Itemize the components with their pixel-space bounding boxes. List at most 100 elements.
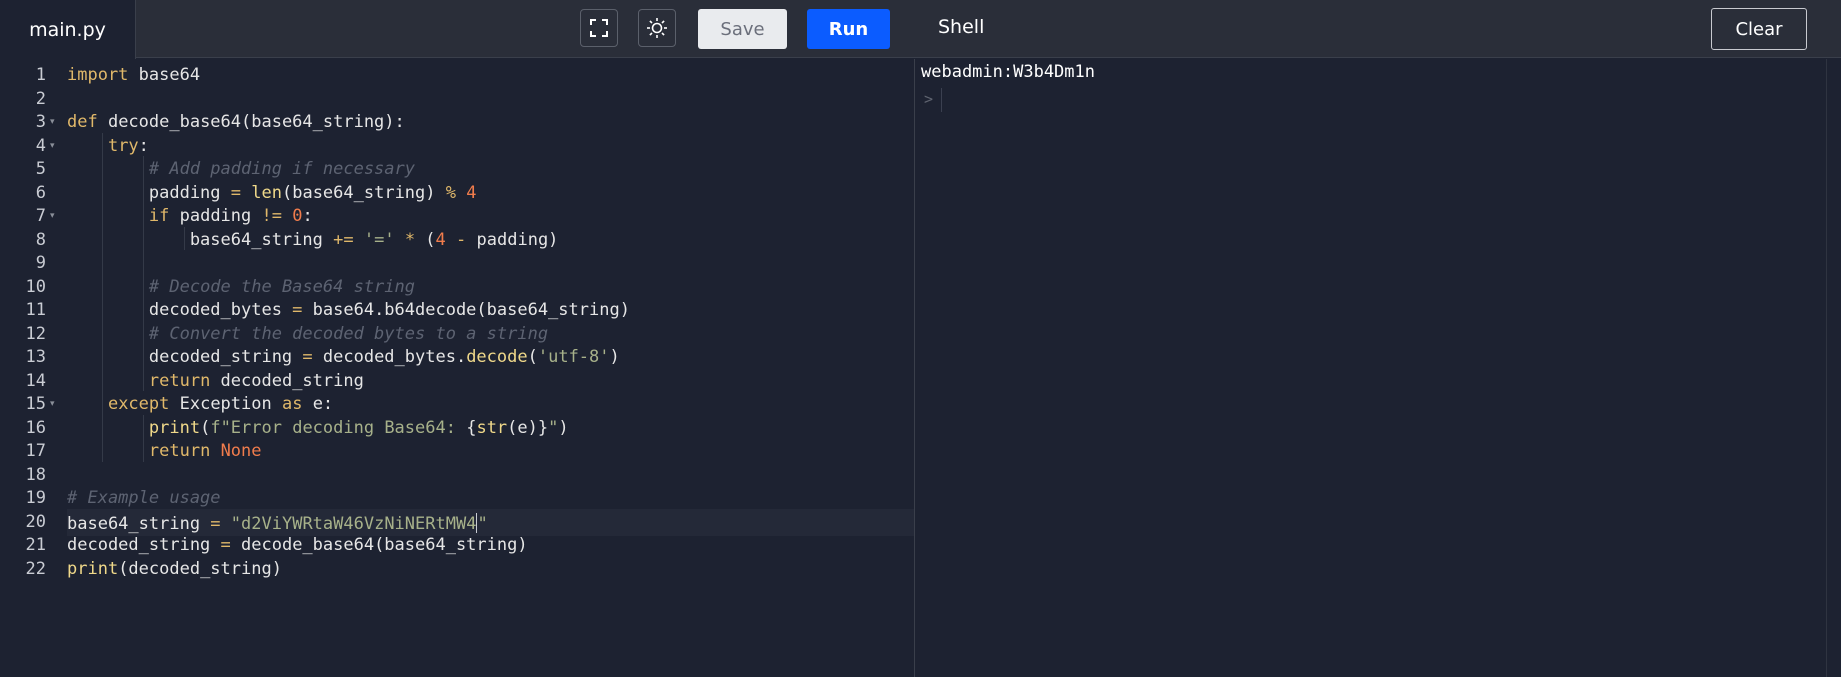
code-token: "	[548, 417, 559, 438]
code-token: =	[210, 513, 221, 534]
fold-toggle-icon[interactable]: ▾	[50, 203, 55, 231]
code-token: decode	[466, 347, 528, 367]
code-token: =	[220, 535, 231, 555]
shell-output: webadmin:W3b4Dm1n	[921, 62, 1095, 82]
code-token: padding	[169, 206, 262, 226]
code-token: try	[107, 135, 139, 156]
indent-guide	[102, 132, 103, 462]
fold-toggle-icon[interactable]: ▾	[50, 133, 55, 161]
text-caret	[476, 512, 478, 533]
code-token: padding	[67, 182, 231, 203]
code-token: =	[230, 182, 242, 203]
code-token: decoded_bytes.	[312, 347, 467, 367]
code-token: (decoded_string)	[118, 558, 282, 579]
code-token: except	[107, 394, 170, 414]
fold-toggle-icon[interactable]: ▾	[50, 391, 55, 419]
shell-prompt: >	[924, 90, 934, 108]
code-token: print	[148, 417, 201, 438]
code-token: # Decode the Base64 string	[148, 276, 415, 297]
shell-scrollbar[interactable]	[1826, 59, 1841, 677]
theme-toggle-button[interactable]	[638, 9, 676, 47]
code-token: :	[138, 135, 149, 156]
code-token: !=	[261, 206, 282, 226]
shell-title: Shell	[938, 16, 985, 38]
code-token: return	[148, 370, 211, 391]
code-token: if	[148, 206, 170, 226]
code-token: +=	[333, 229, 354, 250]
code-token: base64	[128, 65, 201, 85]
code-token: "d2ViYWRtaW46VzNiNERtMW4	[230, 513, 477, 534]
code-token: base64.b64decode(base64_string)	[302, 300, 630, 320]
code-token: decoded_bytes	[67, 300, 293, 320]
clear-button[interactable]: Clear	[1711, 8, 1807, 50]
indent-guide	[143, 156, 144, 391]
code-token: print	[67, 558, 119, 579]
code-token: 'utf-8'	[537, 347, 610, 367]
code-token: (base64_string)	[281, 182, 446, 203]
top-toolbar: main.py Save Run Shell Clear	[0, 0, 1841, 59]
code-token: )	[558, 417, 569, 438]
code-token: decoded_string	[210, 370, 364, 391]
code-token: as	[281, 394, 303, 414]
run-button[interactable]: Run	[807, 9, 890, 49]
code-token: decode_base64(base64_string)	[230, 535, 528, 555]
code-token: decode_base64(base64_string):	[97, 112, 405, 132]
code-token: e:	[302, 394, 334, 414]
code-token: "	[477, 513, 488, 534]
code-token: (e)}	[507, 417, 549, 438]
code-token: :	[302, 206, 313, 226]
indent-guide	[143, 414, 144, 462]
code-token: # Example usage	[67, 488, 221, 508]
code-token: )	[609, 347, 620, 367]
shell-panel[interactable]: webadmin:W3b4Dm1n >	[915, 59, 1826, 677]
code-line[interactable]: print(decoded_string)	[67, 556, 915, 584]
indent-guide	[184, 226, 185, 250]
line-number: 22	[25, 558, 46, 579]
code-token: {	[466, 417, 477, 438]
code-token: =	[292, 300, 303, 320]
line-number-gutter: 1 2 3 ▾ 4 ▾ 5 6 7 ▾ 8 9 10 11 12 13 14 15 ▾ 16 17 18 19 20 21 22	[0, 59, 56, 677]
code-editor[interactable]: 1 2 3 ▾ 4 ▾ 5 6 7 ▾ 8 9 10 11 12 13 14 15 ▾ 16 17 18 19 20 21 22 …	[0, 59, 915, 677]
code-token: Exception	[169, 394, 282, 414]
code-token: decoded_string	[67, 535, 221, 555]
code-token: import	[67, 65, 129, 85]
save-button[interactable]: Save	[698, 9, 787, 49]
code-token: # Convert the decoded bytes to a string	[148, 323, 549, 344]
code-token: 4	[466, 182, 477, 203]
code-token: '='	[363, 229, 395, 250]
code-token: 0	[292, 206, 303, 226]
code-token: (	[415, 229, 436, 250]
code-token: padding)	[466, 229, 559, 250]
code-token: =	[302, 347, 313, 367]
code-token: (	[200, 417, 211, 438]
code-token: str	[476, 417, 508, 438]
code-token: return	[148, 441, 211, 461]
fullscreen-button[interactable]	[580, 9, 618, 47]
code-token: %	[445, 182, 456, 203]
fullscreen-icon	[590, 19, 608, 37]
code-token: *	[404, 229, 416, 250]
shell-input-cursor[interactable]	[941, 88, 942, 112]
tab-main-py[interactable]: main.py	[0, 0, 136, 59]
code-token: -	[456, 229, 467, 250]
code-token: def	[67, 112, 98, 132]
code-token: 4	[435, 229, 446, 250]
code-token: base64_string	[67, 513, 211, 534]
code-token: base64_string	[67, 229, 334, 250]
code-token: None	[220, 441, 262, 461]
